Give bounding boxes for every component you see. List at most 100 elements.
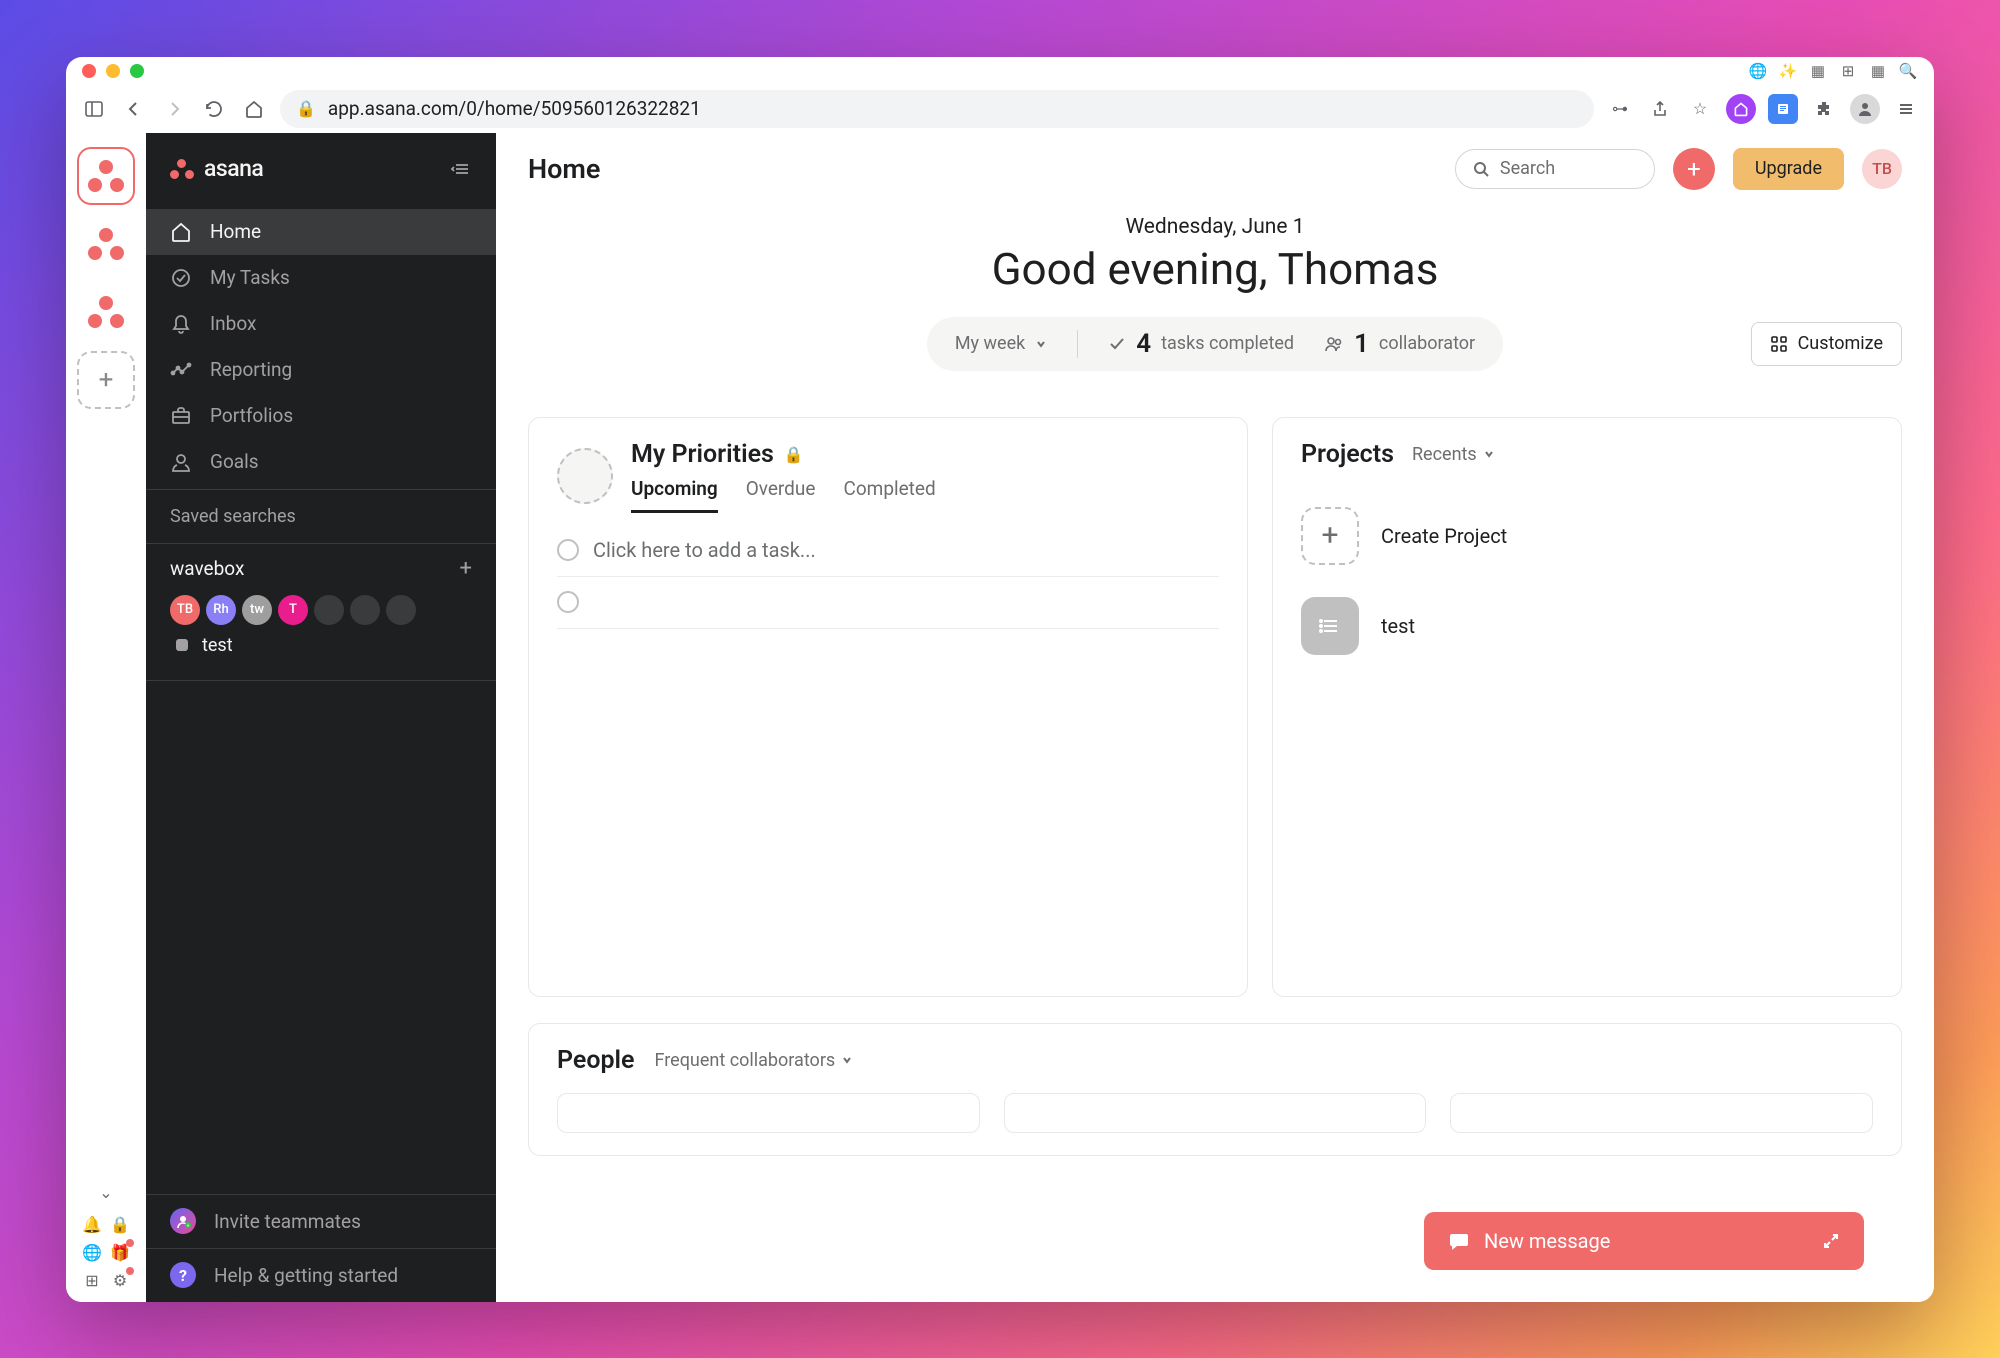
group-icon[interactable]: ⊞ [81,1270,103,1292]
global-add-button[interactable]: + [1673,148,1715,190]
avatar[interactable]: tw [242,595,272,625]
extensions-icon[interactable] [1810,95,1838,123]
forward-button[interactable] [160,95,188,123]
home-button[interactable] [240,95,268,123]
search-icon[interactable]: 🔍 [1898,61,1918,81]
create-project-button[interactable]: + Create Project [1301,491,1873,581]
extension-home-icon[interactable] [1726,94,1756,124]
team-add-button[interactable]: + [460,556,472,581]
team-header[interactable]: wavebox + [170,556,472,581]
avatar[interactable] [314,595,344,625]
tab-overdue[interactable]: Overdue [746,477,816,513]
tab-completed[interactable]: Completed [843,477,935,513]
people-card: People Frequent collaborators [528,1023,1902,1156]
home-icon [170,221,192,243]
invite-icon: + [170,1208,196,1234]
minimize-window-button[interactable] [106,64,120,78]
back-button[interactable] [120,95,148,123]
page-title: Home [528,153,600,185]
wavebox-app-tab-2[interactable] [77,215,135,273]
projects-filter[interactable]: Recents [1412,444,1495,465]
expand-icon[interactable] [1822,1232,1840,1250]
empty-task-row[interactable] [557,577,1219,629]
avatar[interactable]: TB [170,595,200,625]
wavebox-rail: + ⌄ 🔔 🔒 🌐 🎁 ⊞ ⚙ [66,133,146,1302]
people-card-item[interactable] [1450,1093,1873,1133]
people-card-item[interactable] [1004,1093,1427,1133]
new-message-bar[interactable]: New message [1424,1212,1864,1270]
extension-docs-icon[interactable] [1768,94,1798,124]
sidebar-item-my-tasks[interactable]: My Tasks [146,255,496,301]
customize-icon [1770,335,1788,353]
target-icon [170,451,192,473]
star-icon[interactable]: ☆ [1686,95,1714,123]
collaborators-stat: 1 collaborator [1324,329,1475,359]
asana-logo-icon [88,294,124,330]
sidebar-item-portfolios[interactable]: Portfolios [146,393,496,439]
help-icon: ? [170,1262,196,1288]
gear-icon[interactable]: ⚙ [109,1270,131,1292]
wand-icon[interactable]: ✨ [1778,61,1798,81]
help-button[interactable]: ? Help & getting started [146,1248,496,1302]
task-check-icon[interactable] [557,539,579,561]
key-icon[interactable]: ⊶ [1606,95,1634,123]
saved-searches-header[interactable]: Saved searches [146,490,496,543]
invite-teammates-button[interactable]: + Invite teammates [146,1194,496,1248]
window-titlebar: 🌐 ✨ ▦ ⊞ ▦ 🔍 [66,57,1934,85]
add-task-row[interactable]: Click here to add a task... [557,525,1219,577]
close-window-button[interactable] [82,64,96,78]
customize-button[interactable]: Customize [1751,322,1902,366]
address-bar[interactable]: 🔒 app.asana.com/0/home/509560126322821 [280,90,1594,128]
chevron-down-icon [1035,338,1047,350]
avatar[interactable]: T [278,595,308,625]
gift-icon[interactable]: 🎁 [109,1242,131,1264]
search-icon [1472,160,1490,178]
panel-icon[interactable]: ⊞ [1838,61,1858,81]
search-input[interactable]: Search [1455,149,1655,189]
wavebox-collapse-icon[interactable]: ⌄ [95,1182,117,1204]
sidebar-item-reporting[interactable]: Reporting [146,347,496,393]
lock-icon[interactable]: 🔒 [109,1214,131,1236]
grid-icon[interactable]: ▦ [1808,61,1828,81]
grid2-icon[interactable]: ▦ [1868,61,1888,81]
chevron-down-icon [841,1054,853,1066]
bell-icon[interactable]: 🔔 [81,1214,103,1236]
new-message-label: New message [1484,1229,1610,1253]
people-filter[interactable]: Frequent collaborators [655,1050,854,1071]
sidebar-item-inbox[interactable]: Inbox [146,301,496,347]
share-icon[interactable] [1646,95,1674,123]
globe-icon[interactable]: 🌐 [81,1242,103,1264]
maximize-window-button[interactable] [130,64,144,78]
week-filter[interactable]: My week [955,333,1047,354]
greeting: Good evening, Thomas [496,243,1934,295]
user-avatar[interactable]: TB [1862,149,1902,189]
wavebox-add-app-button[interactable]: + [77,351,135,409]
avatar[interactable] [386,595,416,625]
asana-brand[interactable]: asana [146,133,496,205]
project-item[interactable]: test [1301,581,1873,671]
user-priorities-avatar[interactable] [557,448,613,504]
project-color-dot [176,639,188,651]
plus-icon: + [1301,507,1359,565]
people-card-item[interactable] [557,1093,980,1133]
priorities-card: My Priorities 🔒 Upcoming Overdue Complet… [528,417,1248,997]
sidebar-item-goals[interactable]: Goals [146,439,496,485]
tab-upcoming[interactable]: Upcoming [631,477,718,513]
upgrade-button[interactable]: Upgrade [1733,148,1844,190]
team-name: wavebox [170,557,244,580]
wavebox-app-tab-1[interactable] [77,147,135,205]
sidebar-item-label: Home [210,220,261,243]
projects-card: Projects Recents + Create Project [1272,417,1902,997]
menu-icon[interactable] [1892,95,1920,123]
wavebox-app-tab-3[interactable] [77,283,135,341]
task-check-icon[interactable] [557,591,579,613]
team-project[interactable]: test [170,625,472,656]
sidebar-item-home[interactable]: Home [146,209,496,255]
reload-button[interactable] [200,95,228,123]
sidebar-collapse-icon[interactable] [450,158,472,180]
globe-icon[interactable]: 🌐 [1748,61,1768,81]
sidebar-toggle-icon[interactable] [80,95,108,123]
avatar[interactable]: Rh [206,595,236,625]
avatar[interactable] [350,595,380,625]
account-icon[interactable] [1850,94,1880,124]
